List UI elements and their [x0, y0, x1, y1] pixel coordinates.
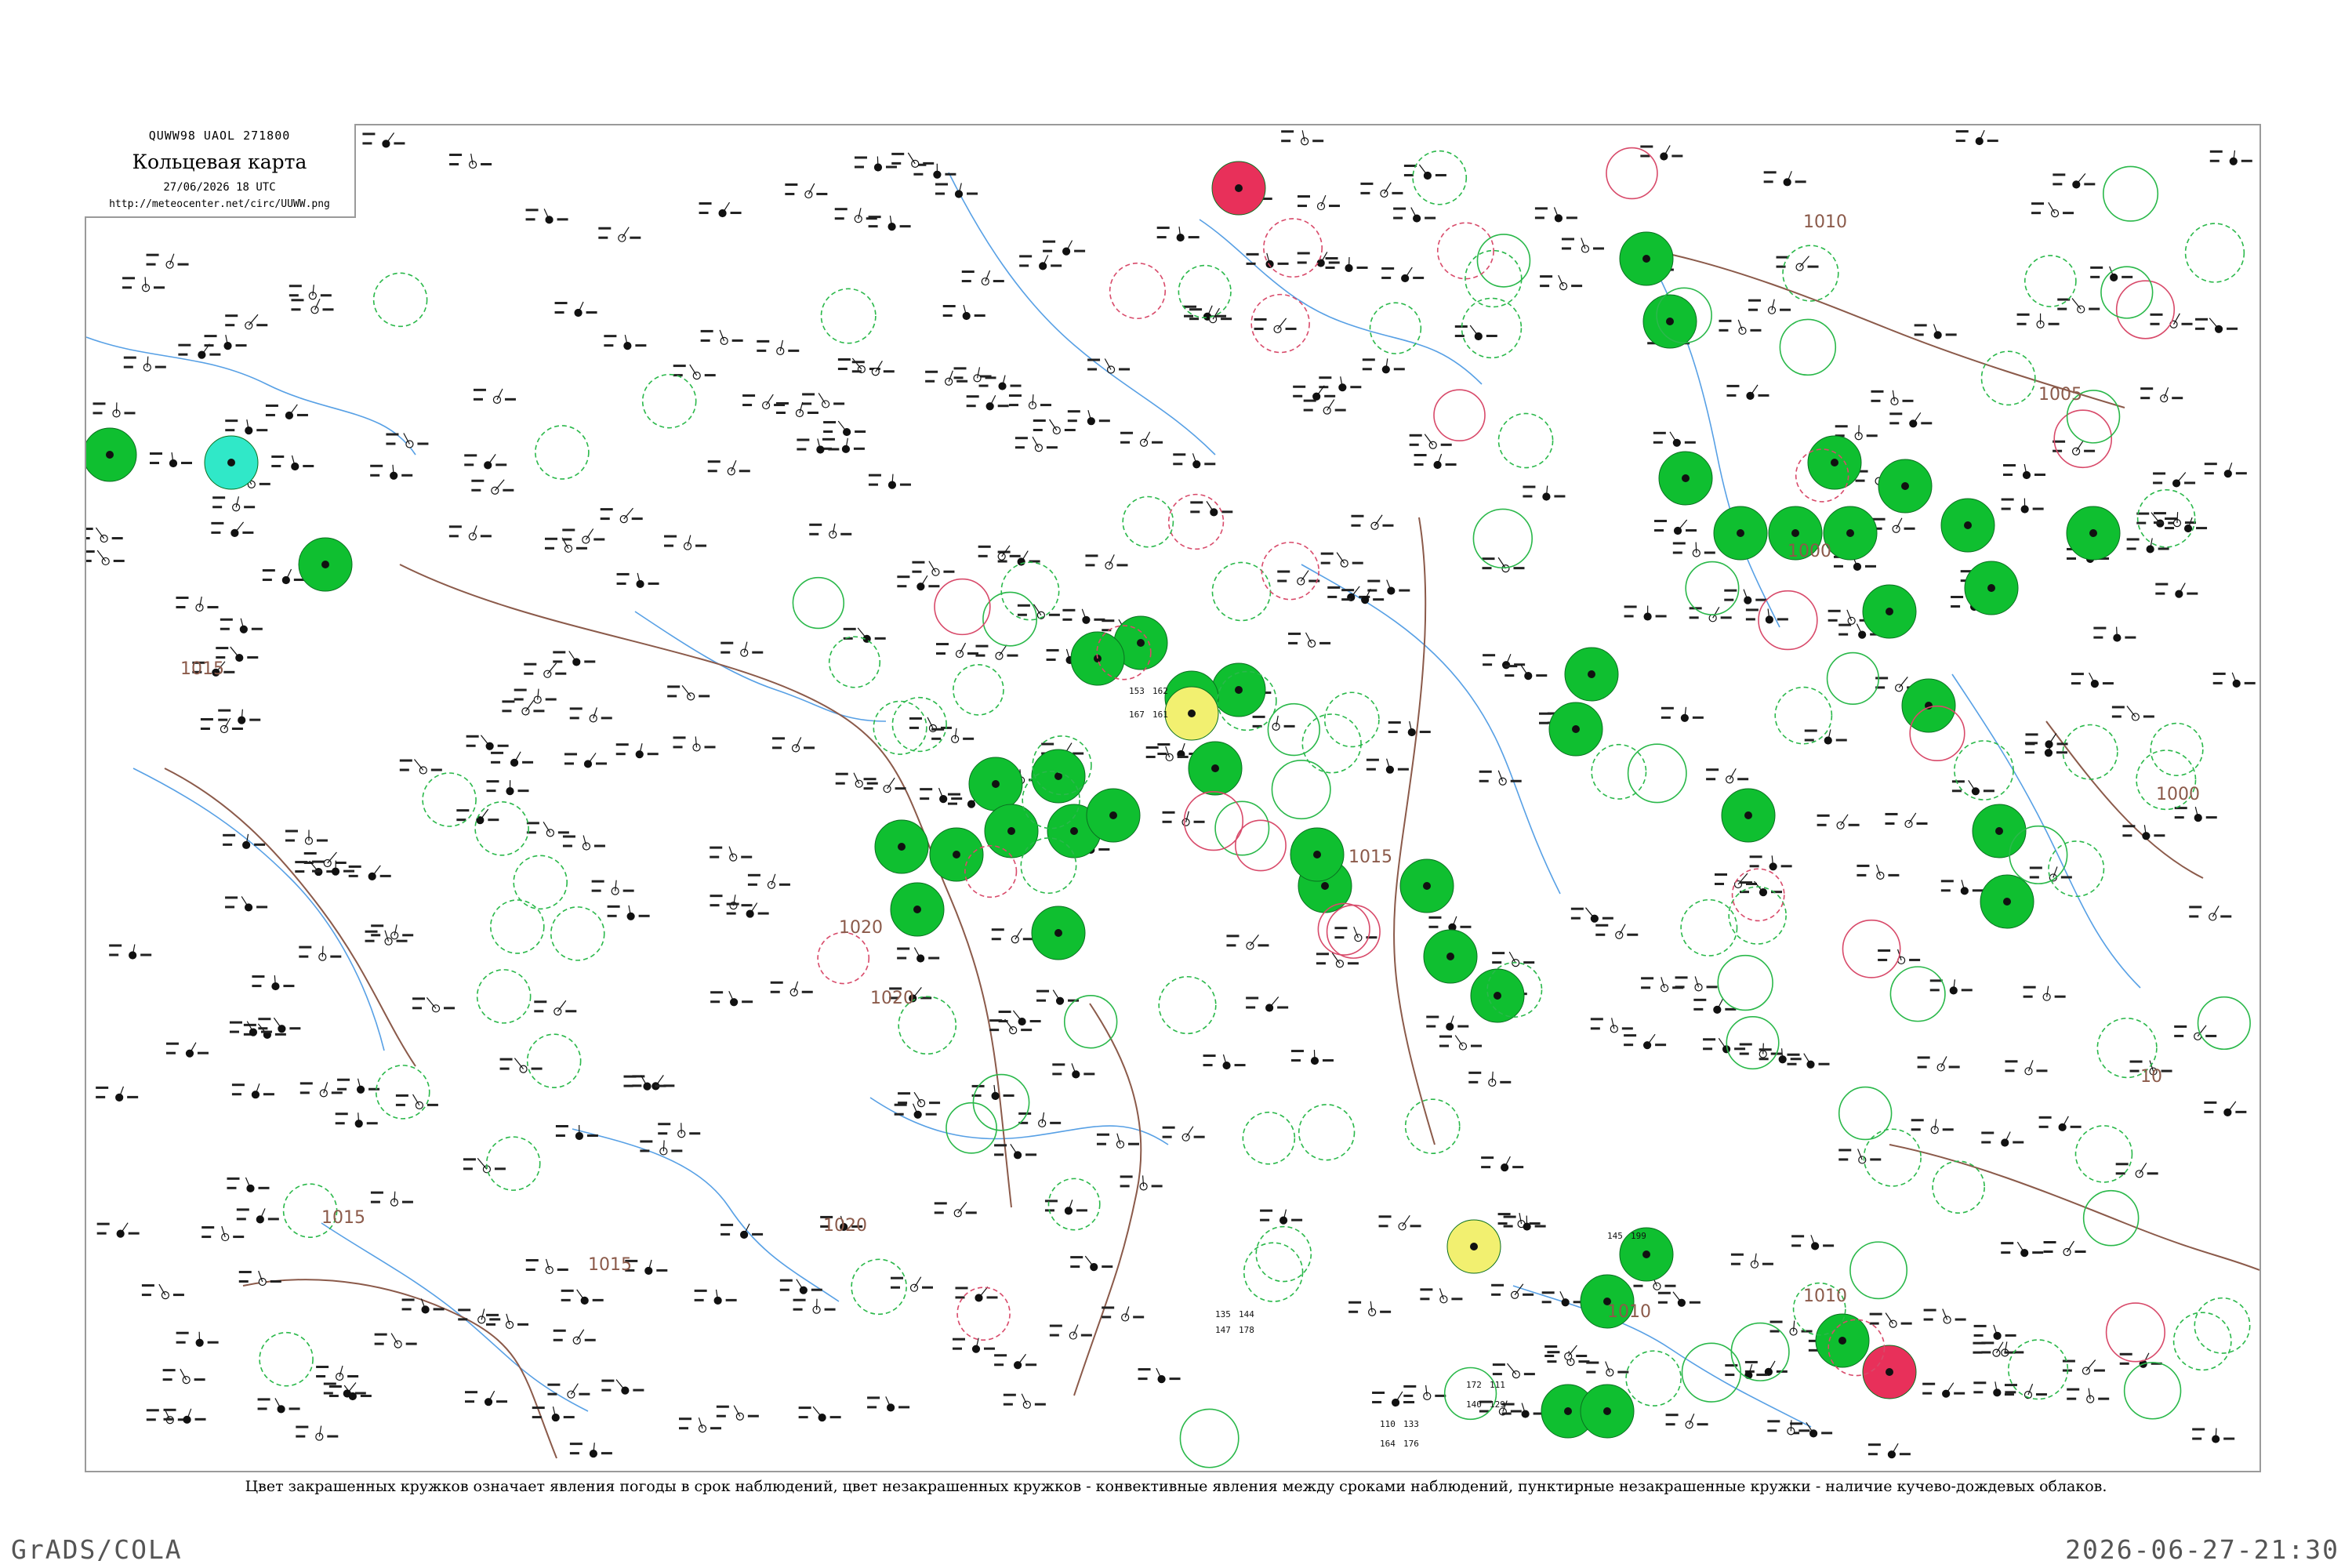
isobar-label: 1010 — [1803, 1287, 1847, 1306]
map-title-box: QUWW98 UAOL 271800 Кольцевая карта 27/06… — [85, 124, 356, 218]
map-title: Кольцевая карта — [132, 151, 307, 173]
station-value: 135 — [1215, 1309, 1231, 1319]
isobar-label: 1020 — [870, 989, 914, 1008]
isobar-label: 1000 — [2156, 785, 2200, 804]
observation-time: 27/06/2026 18 UTC — [163, 181, 276, 194]
isobar-label: 1020 — [839, 918, 883, 938]
map-caption: Цвет закрашенных кружков означает явлени… — [245, 1478, 2107, 1495]
station-value: 140 — [1466, 1399, 1482, 1410]
render-timestamp: 2026-06-27-21:30 — [2065, 1534, 2339, 1565]
station-value: 199 — [1631, 1231, 1646, 1241]
station-value: 161 — [1152, 710, 1168, 720]
isobar-label: 1010 — [1803, 212, 1847, 232]
weather-map: 1010 1005 1000 1000 1015 1015 1020 1020 1020 1010… — [85, 124, 2261, 1472]
isobar-layer — [164, 250, 2259, 1459]
station-value: 164 — [1380, 1439, 1396, 1449]
station-value: 167 — [1129, 710, 1145, 720]
isobar-label: 1005 — [2038, 385, 2082, 405]
station-value: 111 — [1490, 1380, 1505, 1390]
station-value: 145 — [1607, 1231, 1623, 1241]
weather-circles-layer — [86, 147, 2251, 1468]
station-layer — [86, 129, 2256, 1459]
isobar-label: 1020 — [823, 1216, 867, 1236]
isobar-label: 10 — [2140, 1067, 2162, 1087]
station-value: 110 — [1380, 1419, 1396, 1429]
source-url[interactable]: http://meteocenter.net/circ/UUWW.png — [85, 198, 354, 210]
isobar-label: 1010 — [1607, 1302, 1651, 1322]
station-value: 147 — [1215, 1325, 1231, 1335]
map-canvas: 1010100510001000101510151020102010201010… — [86, 129, 2259, 1468]
station-value: 153 — [1129, 686, 1145, 696]
station-numbers-layer: 153 162 167 161 172 111 140 129 135 144 147 178 110 1… — [1129, 686, 1646, 1449]
isobar-label: 1015 — [321, 1208, 365, 1228]
bulletin-code: QUWW98 UAOL 271800 — [148, 129, 291, 143]
isobar-label: 1015 — [588, 1255, 632, 1275]
station-value: 144 — [1239, 1309, 1254, 1319]
software-credit: GrADS/COLA — [11, 1534, 183, 1565]
station-value: 178 — [1239, 1325, 1254, 1335]
station-value: 172 — [1466, 1380, 1482, 1390]
station-value: 176 — [1403, 1439, 1419, 1449]
station-value: 133 — [1403, 1419, 1419, 1429]
isobar-label: 1015 — [180, 659, 224, 679]
isobar-label: 1000 — [1788, 542, 1831, 561]
station-value: 162 — [1152, 686, 1168, 696]
isobar-label: 1015 — [1348, 848, 1392, 867]
station-value: 129 — [1490, 1399, 1505, 1410]
